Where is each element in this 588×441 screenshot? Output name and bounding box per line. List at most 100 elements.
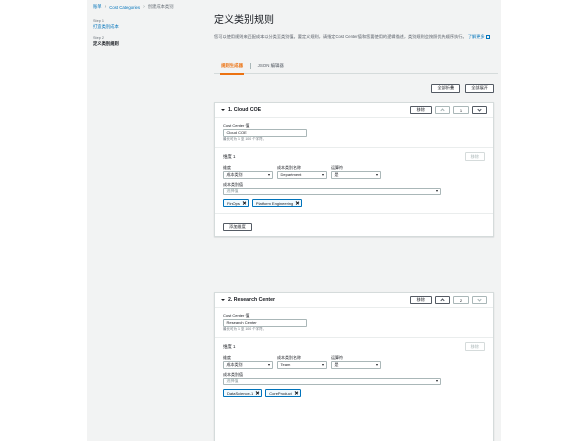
dimension-header: 维度 1 移除: [223, 152, 485, 161]
dimension-select[interactable]: 成本类别: [223, 361, 273, 369]
remove-rule-button[interactable]: 移除: [409, 106, 432, 114]
rule-card-1: 1. Cloud COE 移除 1 Cost Center 值 Cloud CO…: [214, 102, 494, 237]
chevron-down-icon: [477, 297, 482, 302]
rule-header-controls: 移除 1: [409, 106, 487, 114]
dimension-select[interactable]: 成本类别: [223, 171, 273, 179]
remove-rule-button[interactable]: 移除: [409, 296, 432, 304]
operator-select[interactable]: 是: [331, 171, 381, 179]
add-dimension-button[interactable]: 添加维度: [223, 223, 252, 231]
values-label: 成本类别值: [223, 371, 243, 377]
move-down-button[interactable]: [472, 296, 487, 304]
value-token: CoreProduct: [265, 389, 301, 397]
operator-select-value: 是: [334, 171, 339, 177]
close-icon[interactable]: [294, 391, 298, 395]
breadcrumb: 账单 › Cost Categories › 创建成本类别: [93, 3, 174, 11]
page-description: 您可以使用规则来匹配成本以分类至类别值。要定义规则，请指定Cost Center…: [214, 34, 496, 40]
caret-down-icon[interactable]: [221, 109, 225, 111]
caret-down-icon: [267, 363, 270, 366]
value-hint: 最长可为 1 至 100 个字符。: [223, 137, 267, 141]
breadcrumb-separator-icon: ›: [143, 4, 145, 10]
wizard-step-2: Step 2 定义类别规则: [93, 36, 193, 46]
remove-dimension-button[interactable]: 移除: [464, 152, 485, 161]
dimension-title: 维度 1: [223, 153, 236, 159]
key-select[interactable]: Team: [277, 361, 327, 369]
key-select[interactable]: Department: [277, 171, 327, 179]
tab-json-editor[interactable]: JSON 编辑器: [251, 61, 291, 74]
rule-title: 2. Research Center: [228, 297, 275, 303]
remove-dimension-button[interactable]: 移除: [464, 342, 485, 351]
move-up-button[interactable]: [435, 106, 450, 114]
rule-value-section: Cost Center 值 Research Center 最长可为 1 至 1…: [215, 308, 493, 337]
values-multiselect[interactable]: 选择值: [223, 377, 441, 385]
breadcrumb-separator-icon: ›: [104, 4, 107, 10]
dimension-selects-row: 维度 成本类别 成本类别名称 Team 运算符 是: [223, 355, 485, 369]
caret-down-icon[interactable]: [221, 299, 225, 301]
key-select-group: 成本类别名称 Team: [277, 355, 327, 369]
page-description-text: 您可以使用规则来匹配成本以分类至类别值。要定义规则，请指定Cost Center…: [214, 34, 467, 39]
value-token: FinOps: [223, 199, 249, 207]
caret-down-icon: [321, 173, 324, 176]
rule-order-input[interactable]: 1: [453, 106, 469, 114]
caret-down-icon: [267, 173, 270, 176]
collapse-all-button[interactable]: 全部折叠: [431, 84, 461, 93]
selected-value-tokens: FinOps Platform Engineering: [223, 199, 485, 207]
dimension-select-value: 成本类别: [226, 361, 243, 367]
caret-down-icon: [435, 190, 438, 193]
values-multiselect[interactable]: 选择值: [223, 187, 441, 195]
selected-value-tokens: DataScience-1 CoreProduct: [223, 389, 485, 397]
rule-title: 1. Cloud COE: [228, 107, 262, 113]
operator-select[interactable]: 是: [331, 361, 381, 369]
value-token: DataScience-1: [223, 389, 263, 397]
expand-all-button[interactable]: 全部展开: [465, 84, 494, 93]
dimension-section: 维度 1 移除 维度 成本类别 成本类别名称 Department 运算符 是 …: [215, 147, 493, 213]
key-select-group: 成本类别名称 Department: [277, 165, 327, 179]
operator-select-group: 运算符 是: [331, 355, 381, 369]
rule-header-controls: 移除 2: [409, 296, 487, 304]
learn-more-link[interactable]: 了解更多: [468, 34, 490, 39]
rule-card-header: 1. Cloud COE 移除 1: [215, 103, 493, 118]
close-icon[interactable]: [256, 391, 260, 395]
value-token-label: CoreProduct: [269, 390, 292, 396]
dimension-select-group: 维度 成本类别: [223, 355, 273, 369]
operator-select-value: 是: [334, 361, 339, 367]
rule-card-2: 2. Research Center 移除 2 Cost Center 值 Re…: [214, 292, 494, 441]
page-title: 定义类别规则: [214, 15, 274, 26]
dimension-title: 维度 1: [223, 343, 236, 349]
external-link-icon: [485, 34, 490, 39]
screenshot-frame: 账单 › Cost Categories › 创建成本类别 Step 1 打造类…: [0, 0, 588, 441]
close-icon[interactable]: [296, 201, 300, 205]
value-token-label: FinOps: [227, 200, 240, 206]
dimension-header: 维度 1 移除: [223, 342, 485, 351]
dimension-select-group: 维度 成本类别: [223, 165, 273, 179]
caret-down-icon: [435, 380, 438, 383]
rule-card-header: 2. Research Center 移除 2: [215, 293, 493, 308]
breadcrumb-billing-link[interactable]: 账单: [93, 4, 102, 10]
add-dimension-section: 添加维度: [215, 214, 493, 236]
editor-mode-tabs: 规则生成器 JSON 编辑器: [214, 61, 498, 75]
key-select-value: Team: [280, 362, 291, 368]
value-token-label: Platform Engineering: [255, 200, 294, 206]
close-icon[interactable]: [242, 201, 246, 205]
wizard-steps: Step 1 打造类别成本 Step 2 定义类别规则: [93, 19, 193, 53]
breadcrumb-current: 创建成本类别: [147, 4, 174, 9]
caret-down-icon: [321, 363, 324, 366]
move-up-button[interactable]: [435, 296, 450, 304]
learn-more-label: 了解更多: [467, 34, 485, 39]
cost-center-value-input[interactable]: Cloud COE: [223, 129, 307, 137]
values-placeholder: 选择值: [226, 378, 239, 384]
step-title-link[interactable]: 打造类别成本: [93, 24, 193, 29]
console-app: 账单 › Cost Categories › 创建成本类别 Step 1 打造类…: [87, 0, 501, 441]
operator-select-group: 运算符 是: [331, 165, 381, 179]
cost-center-value-input[interactable]: Research Center: [223, 319, 307, 327]
chevron-down-icon: [477, 107, 482, 112]
wizard-step-1[interactable]: Step 1 打造类别成本: [93, 19, 193, 29]
chevron-up-icon: [440, 298, 445, 303]
key-select-value: Department: [280, 172, 302, 178]
move-down-button[interactable]: [472, 106, 487, 114]
rule-order-input[interactable]: 2: [453, 296, 469, 304]
caret-down-icon: [375, 363, 378, 366]
breadcrumb-cost-categories-link[interactable]: Cost Categories: [109, 5, 140, 10]
tab-rule-builder[interactable]: 规则生成器: [214, 61, 250, 75]
values-placeholder: 选择值: [226, 188, 239, 194]
value-token: Platform Engineering: [251, 199, 303, 207]
